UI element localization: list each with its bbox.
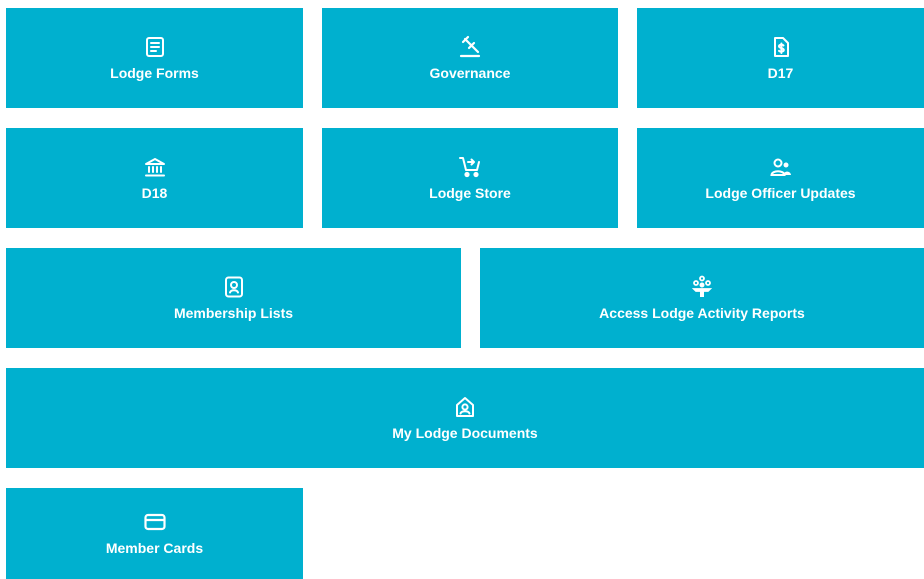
tile-label: Member Cards xyxy=(105,540,204,556)
people-icon xyxy=(769,155,793,179)
lodge-document-icon xyxy=(453,395,477,419)
tile-label: Access Lodge Activity Reports xyxy=(599,304,805,321)
tile-label: Lodge Store xyxy=(429,184,511,201)
form-icon xyxy=(143,35,167,59)
tile-label: D18 xyxy=(141,184,168,201)
tile-label: Membership Lists xyxy=(173,304,294,321)
tile-label: D17 xyxy=(767,64,794,81)
tile-my-lodge-documents[interactable]: My Lodge Documents xyxy=(6,368,924,468)
tile-label: Lodge Forms xyxy=(110,64,199,81)
tile-member-cards[interactable]: Member Cards xyxy=(6,488,303,579)
tile-lodge-officer-updates[interactable]: Lodge Officer Updates xyxy=(637,128,924,228)
tile-d17[interactable]: D17 xyxy=(637,8,924,108)
id-badge-icon xyxy=(222,275,246,299)
tile-label: Governance xyxy=(429,64,511,81)
gavel-icon xyxy=(458,35,482,59)
tile-governance[interactable]: Governance xyxy=(322,8,618,108)
tile-lodge-store[interactable]: Lodge Store xyxy=(322,128,618,228)
bank-icon xyxy=(143,155,167,179)
tile-label: Lodge Officer Updates xyxy=(705,184,856,201)
tile-d18[interactable]: D18 xyxy=(6,128,303,228)
dollar-document-icon xyxy=(769,35,793,59)
credit-card-icon xyxy=(143,510,167,534)
cart-icon xyxy=(458,155,482,179)
tile-label: My Lodge Documents xyxy=(392,424,538,441)
activity-report-icon xyxy=(690,275,714,299)
tile-lodge-forms[interactable]: Lodge Forms xyxy=(6,8,303,108)
tile-membership-lists[interactable]: Membership Lists xyxy=(6,248,461,348)
tile-access-lodge-activity-reports[interactable]: Access Lodge Activity Reports xyxy=(480,248,924,348)
